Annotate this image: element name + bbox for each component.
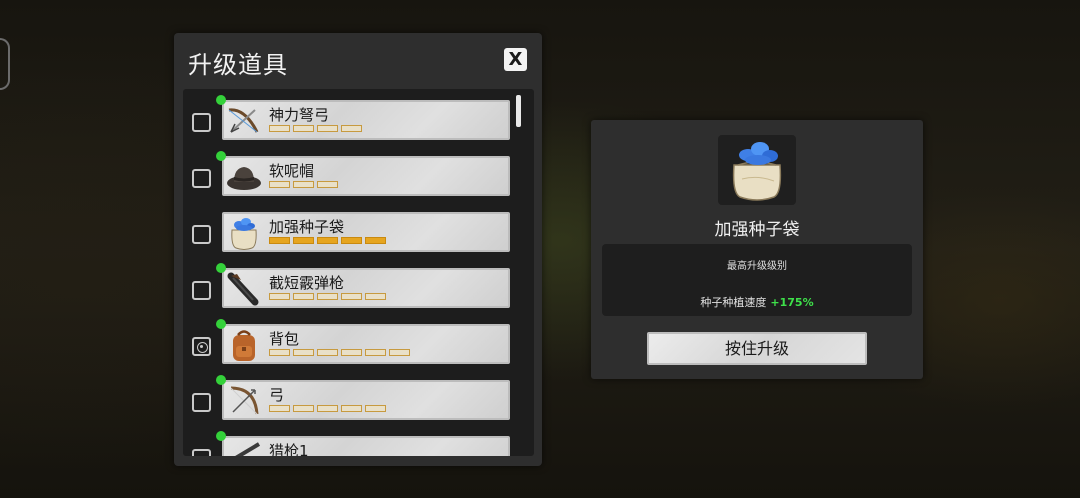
seed-bag-icon xyxy=(225,214,263,252)
level-pip-empty xyxy=(293,405,314,412)
level-pip-empty xyxy=(293,293,314,300)
item-checkbox[interactable] xyxy=(192,225,211,244)
item-card[interactable] xyxy=(222,100,510,140)
upgrade-level-pips xyxy=(269,237,386,244)
level-pip-empty xyxy=(269,405,290,412)
item-name: 截短霰弹枪 xyxy=(269,274,345,292)
level-pip-empty xyxy=(317,349,338,356)
item-row[interactable]: 截短霰弹枪 xyxy=(183,263,513,310)
level-pip-empty xyxy=(293,181,314,188)
item-row[interactable]: 背包 xyxy=(183,319,513,366)
item-checkbox[interactable] xyxy=(192,169,211,188)
item-card[interactable] xyxy=(222,380,510,420)
item-row[interactable]: 加强种子袋 xyxy=(183,212,513,254)
level-pip-filled xyxy=(293,237,314,244)
item-checkbox[interactable] xyxy=(192,281,211,300)
bow-icon xyxy=(225,382,263,420)
item-name: 弓 xyxy=(269,386,285,404)
hex-frame-icon xyxy=(0,38,10,90)
backpack-icon xyxy=(225,326,263,364)
level-pip-empty xyxy=(269,293,290,300)
new-indicator-dot xyxy=(216,151,226,161)
level-pip-empty xyxy=(269,181,290,188)
item-card[interactable] xyxy=(222,268,510,308)
item-row[interactable]: 神力弩弓 xyxy=(183,95,513,142)
level-pip-empty xyxy=(269,349,290,356)
item-card[interactable] xyxy=(222,156,510,196)
level-pip-empty xyxy=(341,405,362,412)
detail-item-name: 加强种子袋 xyxy=(714,220,800,240)
level-pip-empty xyxy=(341,349,362,356)
level-pip-empty xyxy=(317,181,338,188)
stat-label: 种子种植速度 xyxy=(700,296,767,309)
stat-line: 种子种植速度 +175% xyxy=(602,294,912,310)
stats-box: 最高升级级别 种子种植速度 +175% xyxy=(602,244,912,316)
item-checkbox[interactable] xyxy=(192,113,211,132)
level-pip-filled xyxy=(365,237,386,244)
upgrade-items-panel: 升级道具 X 神力弩弓软呢帽加强种子袋截短霰弹枪背包弓猎枪1 xyxy=(174,33,542,466)
upgrade-level-pips xyxy=(269,125,362,132)
upgrade-level-pips xyxy=(269,349,410,356)
panel-title: 升级道具 xyxy=(188,51,288,79)
new-indicator-dot xyxy=(216,319,226,329)
new-indicator-dot xyxy=(216,431,226,441)
level-pip-empty xyxy=(365,405,386,412)
upgrade-level-pips xyxy=(269,405,386,412)
level-pip-empty xyxy=(293,125,314,132)
level-pip-filled xyxy=(341,237,362,244)
new-indicator-dot xyxy=(216,95,226,105)
item-row[interactable]: 软呢帽 xyxy=(183,151,513,198)
level-pip-empty xyxy=(341,125,362,132)
item-card[interactable] xyxy=(222,436,510,456)
level-pip-filled xyxy=(269,237,290,244)
level-pip-empty xyxy=(341,293,362,300)
upgrade-level-pips xyxy=(269,181,338,188)
seed-bag-icon xyxy=(732,142,782,201)
item-checkbox[interactable] xyxy=(192,393,211,412)
item-name: 加强种子袋 xyxy=(269,218,345,236)
item-name: 猎枪1 xyxy=(269,442,309,456)
new-indicator-dot xyxy=(216,263,226,273)
item-name: 背包 xyxy=(269,330,300,348)
level-pip-empty xyxy=(317,125,338,132)
upgrade-level-pips xyxy=(269,293,386,300)
level-pip-empty xyxy=(317,405,338,412)
detail-icon-frame xyxy=(718,135,796,205)
new-indicator-dot xyxy=(216,375,226,385)
scrollbar[interactable] xyxy=(516,95,521,127)
close-button[interactable]: X xyxy=(504,48,527,71)
item-list[interactable]: 神力弩弓软呢帽加强种子袋截短霰弹枪背包弓猎枪1 xyxy=(183,89,534,456)
max-level-label: 最高升级级别 xyxy=(727,261,787,272)
crossbow-icon xyxy=(225,102,263,140)
item-name: 神力弩弓 xyxy=(269,106,330,124)
level-pip-empty xyxy=(365,349,386,356)
item-card[interactable] xyxy=(222,212,510,252)
hunting-rifle-icon xyxy=(225,438,263,456)
item-row[interactable]: 弓 xyxy=(183,375,513,422)
level-pip-filled xyxy=(317,237,338,244)
level-pip-empty xyxy=(293,349,314,356)
item-card[interactable] xyxy=(222,324,510,364)
level-pip-empty xyxy=(317,293,338,300)
stat-value: +175% xyxy=(770,296,814,309)
fedora-hat-icon xyxy=(225,158,263,196)
item-row[interactable]: 猎枪1 xyxy=(183,431,513,456)
hold-to-upgrade-button[interactable]: 按住升级 xyxy=(647,332,867,365)
item-checkbox[interactable] xyxy=(192,449,211,456)
equipped-checkbox[interactable] xyxy=(192,337,211,356)
sawed-off-shotgun-icon xyxy=(225,270,263,308)
level-pip-empty xyxy=(389,349,410,356)
level-pip-empty xyxy=(365,293,386,300)
level-pip-empty xyxy=(269,125,290,132)
item-name: 软呢帽 xyxy=(269,162,315,180)
item-detail-panel: 加强种子袋 最高升级级别 种子种植速度 +175% 按住升级 xyxy=(591,120,923,379)
